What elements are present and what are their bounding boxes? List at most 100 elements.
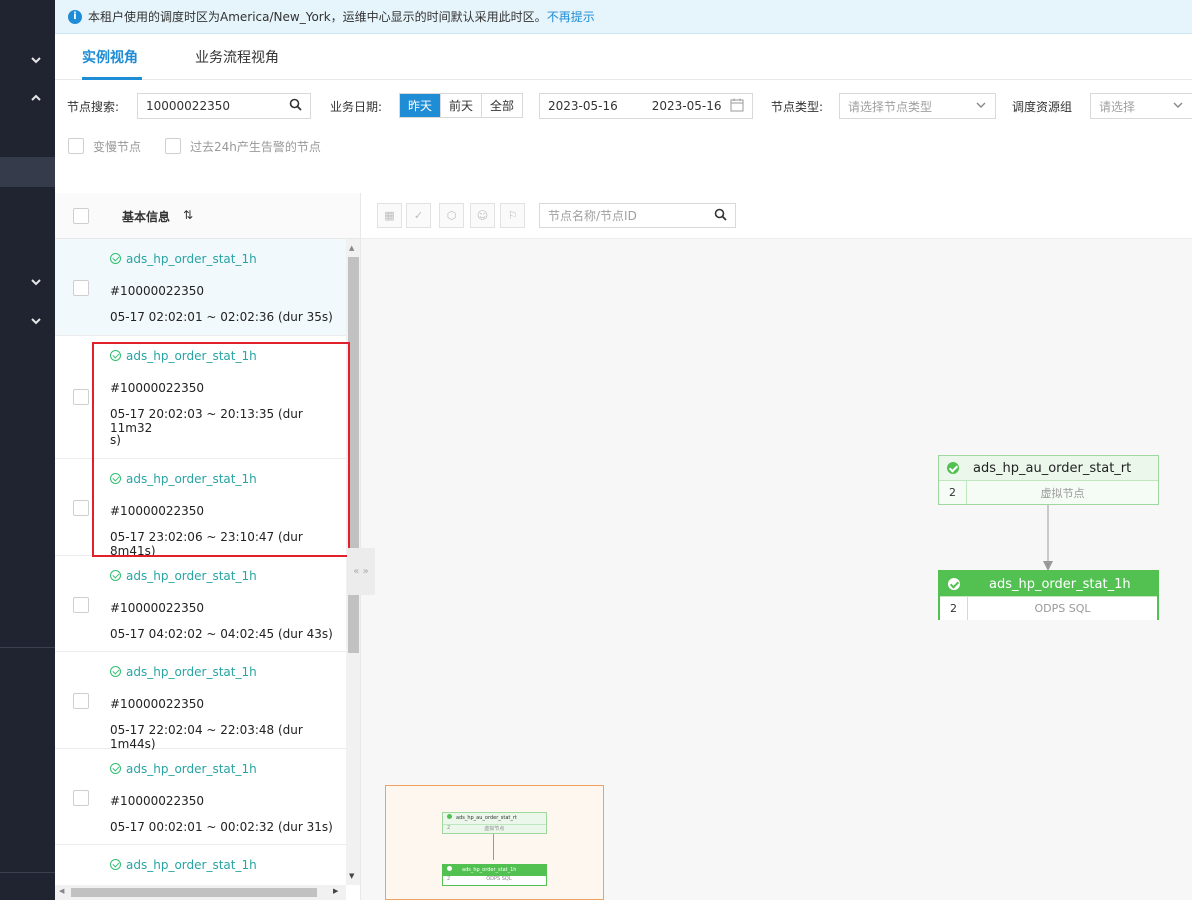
active-tab-indicator xyxy=(82,77,142,80)
row-checkbox[interactable] xyxy=(73,790,89,806)
flag-icon[interactable]: ⚐ xyxy=(500,203,525,228)
success-icon xyxy=(110,763,121,774)
dismiss-notice-link[interactable]: 不再提示 xyxy=(547,8,595,25)
minimap-edge xyxy=(493,834,494,860)
date-yesterday-button[interactable]: 昨天 xyxy=(400,94,442,117)
page: i 本租户使用的调度时区为America/New_York，运维中心显示的时间默… xyxy=(0,0,1192,900)
success-icon xyxy=(948,578,960,590)
minimap-node-count: 2 xyxy=(447,825,451,831)
collapse-panel-handle[interactable]: « » xyxy=(347,548,375,595)
grid-icon[interactable]: ▦ xyxy=(377,203,402,228)
date-day-before-button[interactable]: 前天 xyxy=(441,94,483,117)
list-item[interactable]: ads_hp_order_stat_1h #10000022350 05-17 … xyxy=(55,239,346,336)
select-all-checkbox[interactable] xyxy=(73,208,89,224)
dag-node-current[interactable]: ads_hp_order_stat_1h 2 ODPS SQL xyxy=(938,570,1159,620)
row-checkbox[interactable] xyxy=(73,500,89,516)
list-header-title: 基本信息 xyxy=(122,210,171,224)
node-id: #10000022350 xyxy=(110,794,205,808)
resource-group-label: 调度资源组 xyxy=(1012,100,1073,114)
run-time: 05-17 04:02:02 ~ 04:02:45 (dur 43s) xyxy=(110,627,333,641)
row-checkbox[interactable] xyxy=(73,389,89,405)
canvas-minimap[interactable]: ads_hp_au_order_stat_rt 2 虚拟节点 ads_hp_ord… xyxy=(385,785,604,900)
row-checkbox[interactable] xyxy=(73,693,89,709)
check-icon[interactable]: ✓ xyxy=(406,203,431,228)
minimap-node-parent: ads_hp_au_order_stat_rt 2 虚拟节点 xyxy=(442,812,547,834)
node-title: ads_hp_au_order_stat_rt xyxy=(973,460,1132,476)
date-all-button[interactable]: 全部 xyxy=(482,94,522,117)
node-name-link[interactable]: ads_hp_order_stat_1h xyxy=(110,858,257,872)
success-icon xyxy=(110,666,121,677)
node-search-value: 10000022350 xyxy=(146,99,230,113)
tab-workflow-view[interactable]: 业务流程视角 xyxy=(195,47,279,67)
node-name-link[interactable]: ads_hp_order_stat_1h xyxy=(110,252,257,266)
node-count: 2 xyxy=(940,597,968,620)
scroll-left-icon[interactable]: ◀ xyxy=(59,887,64,895)
chevron-up-icon[interactable] xyxy=(28,90,44,106)
success-icon xyxy=(447,866,452,871)
node-name-link[interactable]: ads_hp_order_stat_1h xyxy=(110,762,257,776)
sort-icon[interactable]: ⇅ xyxy=(183,208,193,222)
sidebar-item-active[interactable] xyxy=(0,157,55,187)
node-title: ads_hp_order_stat_1h xyxy=(989,576,1131,592)
search-icon[interactable] xyxy=(289,98,302,114)
node-search-input[interactable]: 10000022350 xyxy=(137,93,311,119)
node-name-link[interactable]: ads_hp_order_stat_1h xyxy=(110,569,257,583)
minimap-node-type: 虚拟节点 xyxy=(484,826,505,832)
node-id: #10000022350 xyxy=(110,601,205,615)
list-item[interactable]: ads_hp_order_stat_1h #10000022350 05-17 … xyxy=(55,749,346,845)
list-horizontal-scrollbar[interactable]: ◀ ▶ xyxy=(55,885,346,900)
highlight-annotation xyxy=(92,342,350,557)
chevron-down-icon[interactable] xyxy=(28,52,44,68)
node-name: ads_hp_order_stat_1h xyxy=(126,665,257,679)
chevron-down-icon[interactable] xyxy=(28,313,44,329)
success-icon xyxy=(447,814,452,819)
scroll-up-icon[interactable]: ▲ xyxy=(349,244,354,252)
calendar-icon[interactable] xyxy=(730,98,744,115)
user-icon[interactable]: ☺ xyxy=(470,203,495,228)
view-tabs: 实例视角 业务流程视角 xyxy=(55,34,1192,80)
tab-instance-view[interactable]: 实例视角 xyxy=(82,47,138,67)
resource-group-select[interactable]: 请选择 xyxy=(1090,93,1192,119)
sidebar-divider xyxy=(0,872,55,873)
node-name: ads_hp_order_stat_1h xyxy=(126,569,257,583)
row-checkbox[interactable] xyxy=(73,280,89,296)
chevron-down-icon[interactable] xyxy=(28,274,44,290)
chevron-down-icon xyxy=(1172,99,1184,114)
success-icon xyxy=(110,859,121,870)
cube-icon[interactable]: ⬡ xyxy=(439,203,464,228)
list-item[interactable]: ads_hp_order_stat_1h xyxy=(55,845,346,885)
slow-nodes-checkbox[interactable] xyxy=(68,138,84,154)
minimap-node-type: ODPS SQL xyxy=(486,876,512,882)
node-type-label: 节点类型: xyxy=(771,100,824,114)
dag-edge xyxy=(1043,505,1053,571)
node-name-link[interactable]: ads_hp_order_stat_1h xyxy=(110,665,257,679)
minimap-node-count: 2 xyxy=(447,876,451,882)
search-icon[interactable] xyxy=(714,208,727,224)
biz-date-label: 业务日期: xyxy=(330,100,383,114)
row-checkbox[interactable] xyxy=(73,597,89,613)
dag-node-parent[interactable]: ads_hp_au_order_stat_rt 2 虚拟节点 xyxy=(938,455,1159,505)
date-range-input[interactable]: 2023-05-16 2023-05-16 xyxy=(539,93,753,119)
node-name: ads_hp_order_stat_1h xyxy=(126,762,257,776)
scroll-down-icon[interactable]: ▼ xyxy=(349,872,354,880)
timezone-notice: i 本租户使用的调度时区为America/New_York，运维中心显示的时间默… xyxy=(55,0,1192,34)
run-time: 05-17 02:02:01 ~ 02:02:36 (dur 35s) xyxy=(110,310,333,324)
slow-nodes-label: 变慢节点 xyxy=(93,140,142,154)
success-icon xyxy=(947,462,959,474)
sidebar xyxy=(0,0,55,900)
list-item[interactable]: ads_hp_order_stat_1h #10000022350 05-17 … xyxy=(55,556,346,652)
node-type-select[interactable]: 请选择节点类型 xyxy=(839,93,996,119)
node-id: #10000022350 xyxy=(110,697,205,711)
list-header: 基本信息 ⇅ xyxy=(55,193,360,239)
minimap-node-title: ads_hp_order_stat_1h xyxy=(462,867,517,873)
canvas-search-input[interactable]: 节点名称/节点ID xyxy=(539,203,736,228)
node-name: ads_hp_order_stat_1h xyxy=(126,858,257,872)
list-item[interactable]: ads_hp_order_stat_1h #10000022350 05-17 … xyxy=(55,652,346,751)
scroll-right-icon[interactable]: ▶ xyxy=(333,887,338,895)
date-end: 2023-05-16 xyxy=(651,99,722,113)
node-id: #10000022350 xyxy=(110,284,205,298)
scroll-thumb[interactable] xyxy=(71,888,317,897)
alert-nodes-checkbox[interactable] xyxy=(165,138,181,154)
success-icon xyxy=(110,253,121,264)
node-name: ads_hp_order_stat_1h xyxy=(126,252,257,266)
